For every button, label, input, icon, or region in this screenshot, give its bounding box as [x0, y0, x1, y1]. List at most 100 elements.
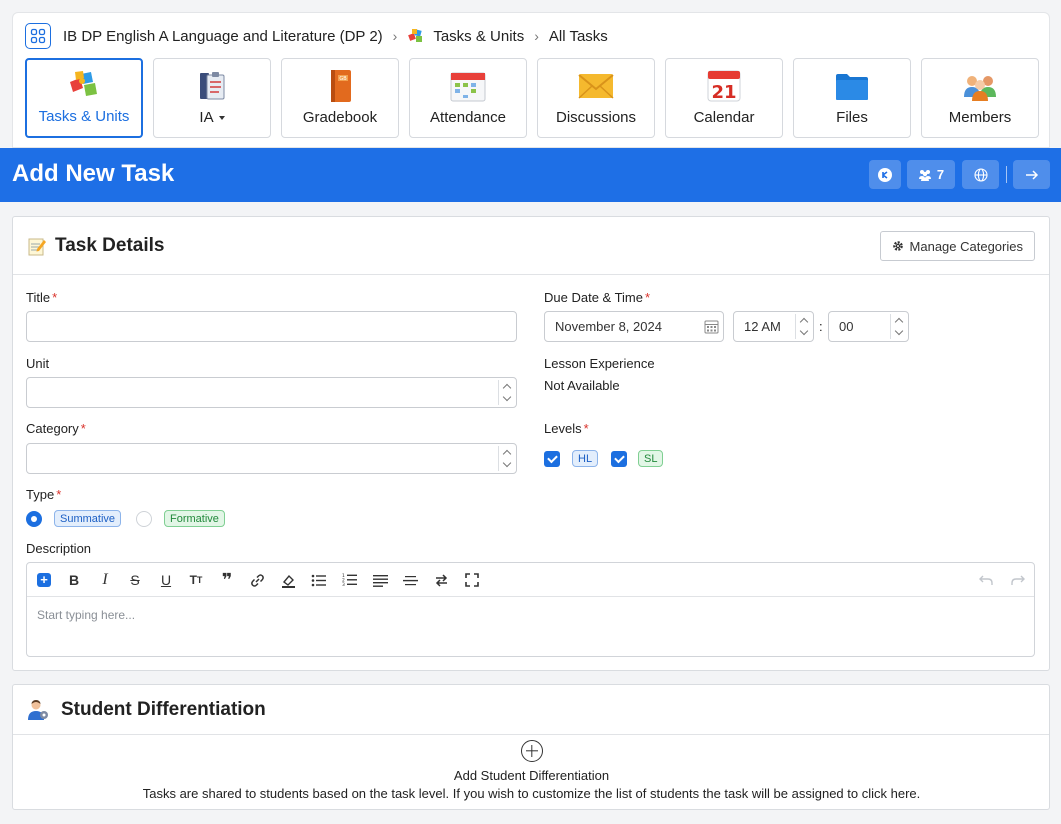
unit-select[interactable]: [26, 377, 517, 408]
category-label: Category *: [26, 421, 86, 436]
apps-grid-icon[interactable]: [25, 23, 51, 49]
insert-block-icon[interactable]: +: [37, 573, 51, 587]
tab-members[interactable]: Members: [921, 58, 1039, 138]
time-separator: :: [819, 319, 823, 334]
breadcrumb-section[interactable]: Tasks & Units: [433, 28, 524, 45]
course-nav-tabs: Tasks & Units IA GB Gradebook Attendance…: [25, 58, 1039, 138]
tab-label: Attendance: [430, 109, 506, 126]
align-justify-icon[interactable]: [371, 571, 389, 589]
tab-files[interactable]: Files: [793, 58, 911, 138]
puzzle-icon: [64, 67, 104, 103]
due-minute-select[interactable]: 00: [828, 311, 909, 342]
level-hl-checkbox[interactable]: [544, 451, 560, 467]
underline-icon[interactable]: U: [157, 571, 175, 589]
tab-label: Tasks & Units: [38, 108, 130, 125]
type-summative-radio[interactable]: [26, 511, 42, 527]
add-circle-icon[interactable]: [520, 740, 543, 762]
type-formative-radio[interactable]: [136, 511, 152, 527]
chevron-up-icon: [799, 317, 808, 327]
link-icon[interactable]: [248, 571, 266, 589]
language-button[interactable]: [962, 160, 999, 189]
bold-icon[interactable]: B: [65, 571, 83, 589]
add-differentiation-label[interactable]: Add Student Differentiation: [13, 768, 1050, 783]
chevron-up-icon: [502, 449, 511, 459]
chevron-down-icon: [502, 392, 511, 402]
page-title: Add New Task: [12, 160, 175, 187]
level-sl-checkbox[interactable]: [611, 451, 627, 467]
attendance-calendar-icon: [448, 68, 488, 104]
memo-icon: [27, 236, 47, 256]
minute-stepper[interactable]: [890, 314, 906, 339]
due-minute-value: 00: [839, 319, 854, 334]
numbered-list-icon[interactable]: 123: [340, 571, 358, 589]
manage-categories-button[interactable]: Manage Categories: [879, 231, 1035, 261]
breadcrumb-separator-icon: ›: [392, 28, 398, 44]
tab-label: IA: [199, 109, 225, 126]
tab-gradebook[interactable]: GB Gradebook: [281, 58, 399, 138]
due-date-input[interactable]: November 8, 2024: [544, 311, 724, 342]
puzzle-icon: [407, 27, 425, 45]
chevron-up-icon: [502, 383, 511, 393]
description-editor[interactable]: + B I S U TT ❞ 123 Start typing here...: [26, 562, 1035, 657]
text-size-icon[interactable]: TT: [187, 571, 205, 589]
users-icon: [918, 169, 932, 181]
differentiation-help-text: Tasks are shared to students based on th…: [142, 786, 921, 801]
student-differentiation-header: Student Differentiation: [13, 685, 1049, 735]
quote-icon[interactable]: ❞: [218, 570, 236, 590]
svg-text:3: 3: [342, 582, 345, 587]
tab-calendar[interactable]: 21 Calendar: [665, 58, 783, 138]
gradebook-icon: GB: [320, 68, 360, 104]
gear-icon: [892, 240, 904, 252]
tab-label: Discussions: [555, 109, 637, 126]
calendar-icon[interactable]: [704, 319, 719, 334]
tab-label: Calendar: [693, 109, 755, 126]
title-input[interactable]: [26, 311, 517, 342]
tab-discussions[interactable]: Discussions: [537, 58, 655, 138]
chevron-down-icon: [894, 326, 903, 336]
redo-icon[interactable]: [1009, 571, 1027, 589]
hour-stepper[interactable]: [795, 314, 811, 339]
text-direction-icon[interactable]: [432, 571, 450, 589]
calendar-day: 21: [711, 82, 736, 103]
clipboard-books-icon: [192, 68, 232, 104]
due-hour-select[interactable]: 12 AM: [733, 311, 814, 342]
category-select[interactable]: [26, 443, 517, 474]
add-differentiation-area[interactable]: Add Student Differentiation Tasks are sh…: [13, 735, 1050, 801]
tab-ia[interactable]: IA: [153, 58, 271, 138]
level-hl-badge: HL: [572, 450, 599, 467]
undo-icon[interactable]: [977, 571, 995, 589]
fullscreen-icon[interactable]: [463, 571, 481, 589]
page-header: Add New Task 7: [0, 148, 1061, 202]
italic-icon[interactable]: I: [96, 571, 114, 589]
arrow-right-icon: [1025, 169, 1039, 181]
lesson-experience-label: Lesson Experience: [544, 356, 655, 371]
unit-label: Unit: [26, 356, 50, 371]
highlight-icon[interactable]: [279, 571, 297, 589]
unit-stepper[interactable]: [498, 380, 514, 405]
type-label: Type *: [26, 487, 62, 502]
collapse-panel-button[interactable]: [1013, 160, 1050, 189]
chat-icon: [877, 167, 893, 183]
breadcrumb-course[interactable]: IB DP English A Language and Literature …: [63, 28, 383, 45]
divider: [1006, 166, 1007, 183]
svg-text:GB: GB: [339, 76, 347, 82]
type-summative-badge: Summative: [54, 510, 122, 527]
bullet-list-icon[interactable]: [309, 571, 327, 589]
title-label: Title *: [26, 290, 58, 305]
levels-label: Levels *: [544, 421, 589, 436]
tab-attendance[interactable]: Attendance: [409, 58, 527, 138]
breadcrumb: IB DP English A Language and Literature …: [25, 23, 608, 49]
student-settings-icon: [27, 699, 49, 721]
chevron-down-icon: [799, 326, 808, 336]
envelope-icon: [576, 68, 616, 104]
category-stepper[interactable]: [498, 446, 514, 471]
help-chat-button[interactable]: [869, 160, 901, 189]
tab-tasks-units[interactable]: Tasks & Units: [25, 58, 143, 138]
horizontal-rule-icon[interactable]: [401, 571, 419, 589]
calendar-icon: 21: [704, 68, 744, 104]
breadcrumb-current: All Tasks: [548, 27, 608, 45]
members-count-button[interactable]: 7: [907, 160, 955, 189]
chevron-down-icon: [502, 458, 511, 468]
strikethrough-icon[interactable]: S: [126, 571, 144, 589]
folder-icon: [832, 68, 872, 104]
